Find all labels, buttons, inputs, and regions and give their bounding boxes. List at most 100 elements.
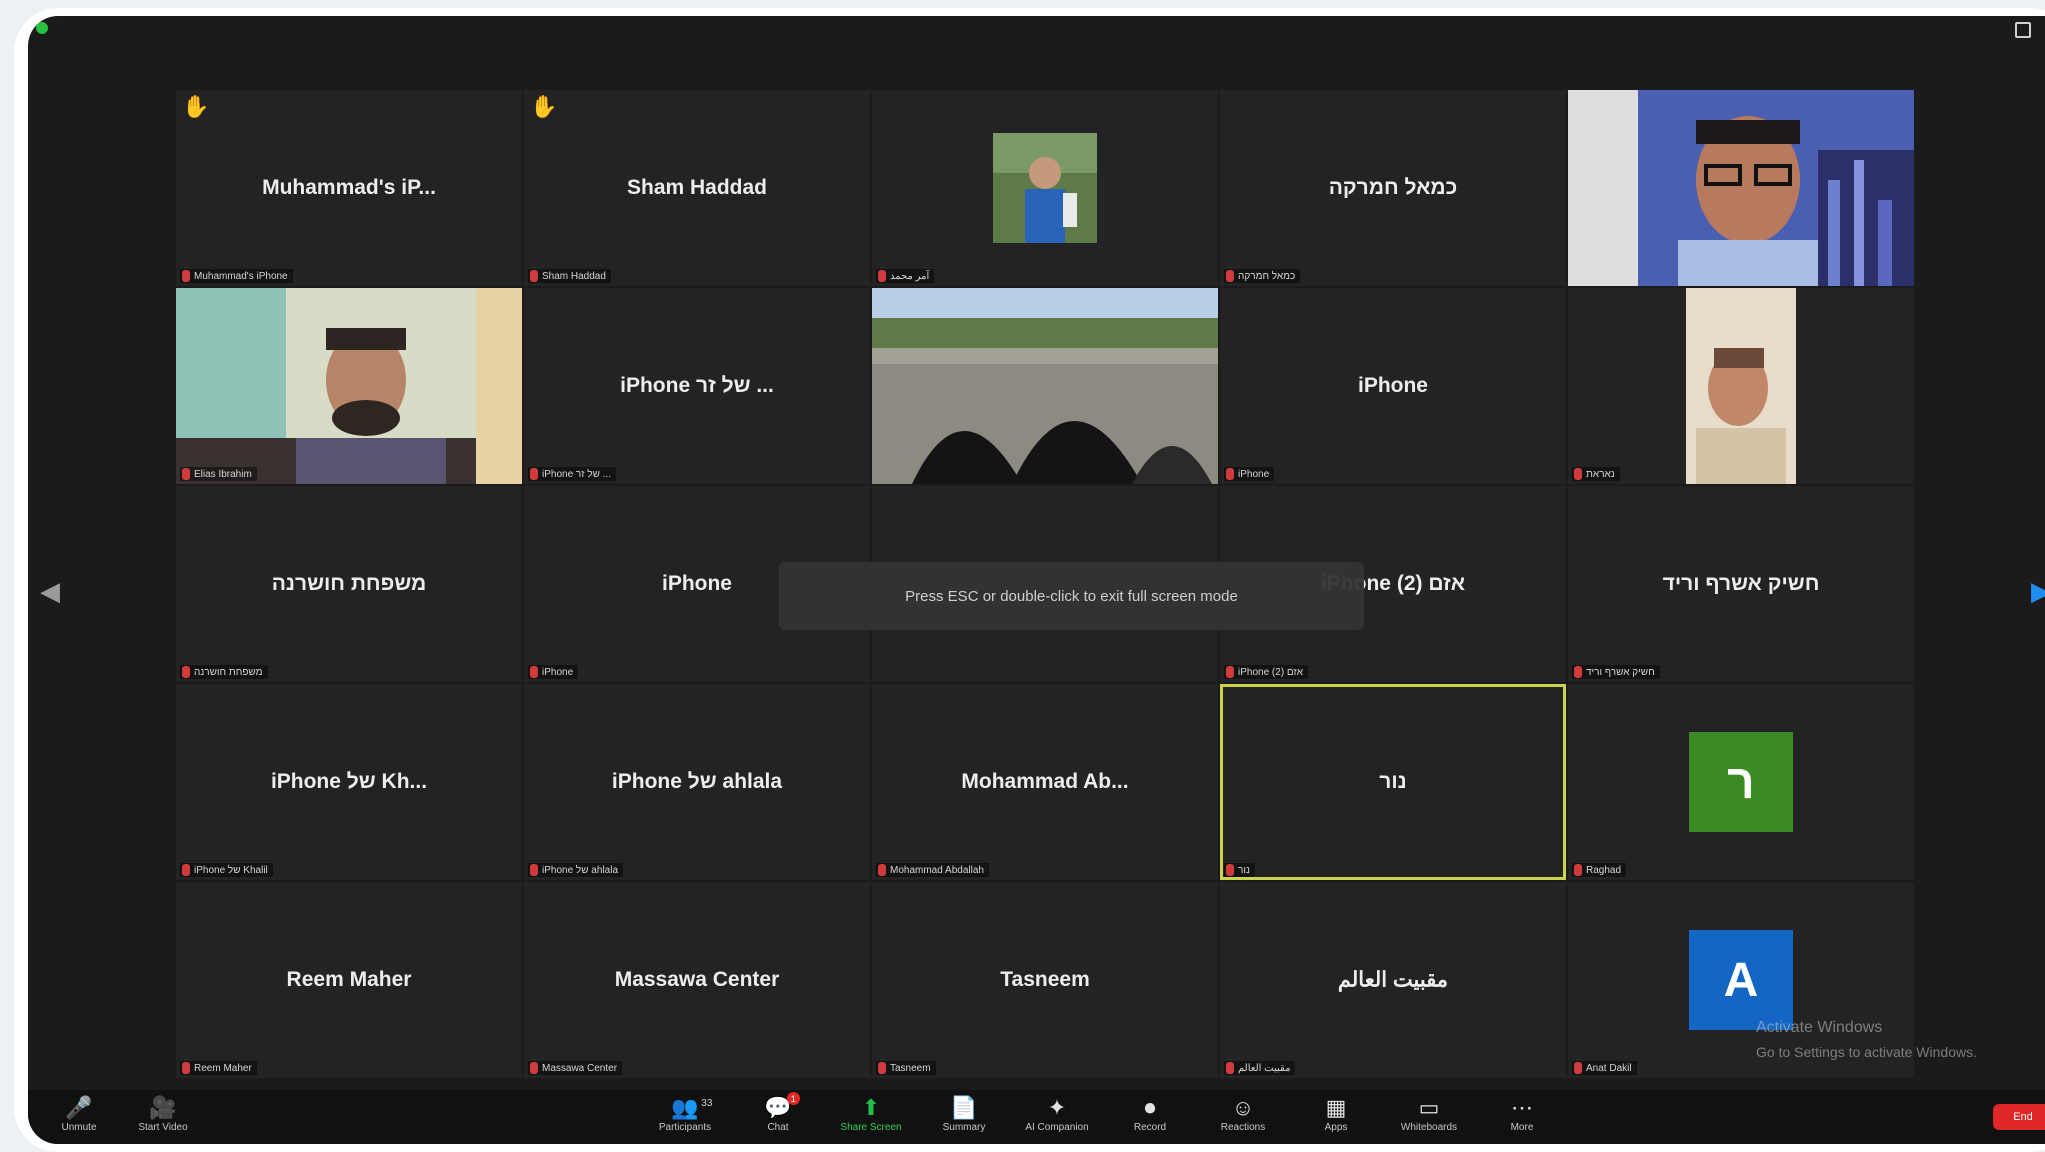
mic-muted-icon xyxy=(1574,468,1582,480)
participants-button[interactable]: 👥 33 Participants xyxy=(650,1094,720,1133)
participant-label-text: iPhone xyxy=(1238,468,1270,480)
participant-tile[interactable]: Reem Maher Reem Maher xyxy=(176,882,522,1078)
companion-button[interactable]: ✦ AI Companion xyxy=(1022,1094,1092,1133)
participant-label-text: Reem Maher xyxy=(194,1062,252,1074)
participant-label-text: חשיק אשרף וריד xyxy=(1586,666,1655,678)
activate-windows-watermark: Activate Windows Go to Settings to activ… xyxy=(1756,1016,1977,1064)
participant-label-text: נור xyxy=(1238,864,1250,876)
participant-tile[interactable]: iPhone iPhone xyxy=(1220,288,1566,484)
participant-tile[interactable]: Sham Haddad ✋ Sham Haddad xyxy=(524,90,870,286)
participant-label-text: כמאל חמרקה xyxy=(1238,270,1296,282)
apps-label: Apps xyxy=(1324,1122,1348,1133)
participant-profile-photo xyxy=(1686,288,1796,484)
share-label: Share Screen xyxy=(840,1122,902,1133)
participant-label-text: Tasneem xyxy=(890,1062,931,1074)
participant-label-text: Raghad xyxy=(1586,864,1622,876)
participant-tile[interactable]: Muhammad's iP... ✋ Muhammad's iPhone xyxy=(176,90,522,286)
participant-tile[interactable]: נור נור xyxy=(1220,684,1566,880)
summary-button[interactable]: 📄 Summary xyxy=(929,1094,999,1133)
mic-muted-icon xyxy=(878,864,886,876)
mic-muted-icon xyxy=(1574,666,1582,678)
mic-muted-icon xyxy=(182,666,190,678)
mute-button[interactable]: 🎤 Unmute xyxy=(44,1094,114,1133)
mic-muted-icon xyxy=(182,864,190,876)
participant-tile[interactable]: כמאל חמרקה כמאל חמרקה xyxy=(1220,90,1566,286)
participant-tile[interactable]: iPhone של ahlala iPhone של ahlala xyxy=(524,684,870,880)
participant-avatar: ר xyxy=(1689,732,1793,832)
participant-tile[interactable]: مقبيت العالم مقبيت العالم xyxy=(1220,882,1566,1078)
participant-label-text: משפחת חושרנה xyxy=(194,666,263,678)
record-button[interactable]: ⏺ Record xyxy=(1115,1094,1185,1133)
watermark-title: Activate Windows xyxy=(1756,1019,1883,1036)
participant-label-text: Sham Haddad xyxy=(542,270,606,282)
participant-name-label: חשיק אשרף וריד xyxy=(1572,665,1660,679)
reactions-button[interactable]: ☺ Reactions xyxy=(1208,1094,1278,1133)
summary-label: Summary xyxy=(942,1122,986,1133)
participant-tile[interactable]: Tasneem Tasneem xyxy=(872,882,1218,1078)
participant-label-text: iPhone של Khalil xyxy=(194,864,268,876)
mic-muted-icon xyxy=(530,864,538,876)
participant-tile[interactable]: ר Raghad xyxy=(1568,684,1914,880)
participant-display-name: Muhammad's iP... xyxy=(262,176,436,199)
participant-name-label: Raghad xyxy=(1572,863,1627,877)
view-toggle-icon[interactable] xyxy=(2015,22,2031,38)
participant-tile[interactable]: iPhone של זר ... iPhone של זר ... xyxy=(524,288,870,484)
participant-tile[interactable]: Mohammad Ab... Mohammad Abdallah xyxy=(872,684,1218,880)
participant-name-label: Anat Dakil xyxy=(1572,1061,1637,1075)
participant-video xyxy=(176,288,522,484)
participant-tile[interactable]: Massawa Center Massawa Center xyxy=(524,882,870,1078)
participant-label-text: Massawa Center xyxy=(542,1062,618,1074)
participant-tile[interactable]: נאראת xyxy=(1568,288,1914,484)
video-label: Start Video xyxy=(138,1122,188,1133)
next-page-arrow-icon[interactable]: ▶ xyxy=(2031,578,2045,604)
participant-tile[interactable]: משפחת חושרנה משפחת חושרנה xyxy=(176,486,522,682)
mic-muted-icon xyxy=(1226,1062,1234,1074)
chat-unread-badge: 1 xyxy=(786,1092,800,1105)
participant-label-text: Anat Dakil xyxy=(1586,1062,1632,1074)
participant-tile[interactable]: iPhone של Kh... iPhone של Khalil xyxy=(176,684,522,880)
participant-label-text: iPhone של זר ... xyxy=(542,468,611,480)
participant-tile[interactable] xyxy=(1568,90,1914,286)
participant-tile[interactable] xyxy=(872,288,1218,484)
participant-tile[interactable]: חשיק אשרף וריד חשיק אשרף וריד xyxy=(1568,486,1914,682)
participant-display-name: משפחת חושרנה xyxy=(271,572,427,595)
zoom-window: Muhammad's iP... ✋ Muhammad's iPhone Sham H… xyxy=(28,16,2045,1144)
previous-page-arrow-icon[interactable]: ◀ xyxy=(40,578,60,604)
mic-muted-icon xyxy=(182,270,190,282)
participant-display-name: Reem Maher xyxy=(286,968,412,991)
participant-tile[interactable]: Elias Ibrahim xyxy=(176,288,522,484)
mic-muted-icon xyxy=(1226,468,1234,480)
end-meeting-button[interactable]: End xyxy=(1993,1104,2045,1130)
raised-hand-icon: ✋ xyxy=(530,94,558,119)
participant-video xyxy=(872,288,1218,484)
participant-name-label: iPhone אזם (2) xyxy=(1224,665,1309,679)
participant-name-label: נור xyxy=(1224,863,1255,877)
participant-name-label: iPhone של ahlala xyxy=(528,863,623,877)
participant-display-name: مقبيت العالم xyxy=(1337,968,1449,992)
more-label: More xyxy=(1510,1122,1534,1133)
participant-profile-photo xyxy=(993,133,1097,243)
window-status-dot xyxy=(36,22,48,34)
chat-icon: 💬 1 xyxy=(764,1092,800,1122)
more-button[interactable]: ⋯ More xyxy=(1487,1094,1557,1133)
participant-label-text: Muhammad's iPhone xyxy=(194,270,288,282)
participant-display-name: Tasneem xyxy=(1000,968,1090,991)
participants-icon: 👥 33 xyxy=(671,1094,712,1122)
participant-name-label: آمر محمد xyxy=(876,269,935,283)
participant-label-text: iPhone xyxy=(542,666,574,678)
participant-display-name: חשיק אשרף וריד xyxy=(1662,572,1820,595)
participant-display-name: iPhone של Kh... xyxy=(270,770,428,793)
mic-muted-icon xyxy=(1226,864,1234,876)
participant-display-name: iPhone של זר ... xyxy=(620,374,774,397)
participant-display-name: Mohammad Ab... xyxy=(961,770,1129,793)
chat-button[interactable]: 💬 1 Chat xyxy=(743,1092,813,1133)
share-button[interactable]: ⬆ Share Screen xyxy=(836,1094,906,1133)
mic-muted-icon xyxy=(530,666,538,678)
apps-button[interactable]: ▦ Apps xyxy=(1301,1094,1371,1133)
participant-name-label: iPhone xyxy=(528,665,579,679)
participant-tile[interactable]: آمر محمد xyxy=(872,90,1218,286)
video-button[interactable]: 🎥 Start Video xyxy=(128,1094,198,1133)
whiteboards-button[interactable]: ▭ Whiteboards xyxy=(1394,1094,1464,1133)
participant-name-label: נאראת xyxy=(1572,467,1620,481)
companion-label: AI Companion xyxy=(1025,1122,1089,1133)
